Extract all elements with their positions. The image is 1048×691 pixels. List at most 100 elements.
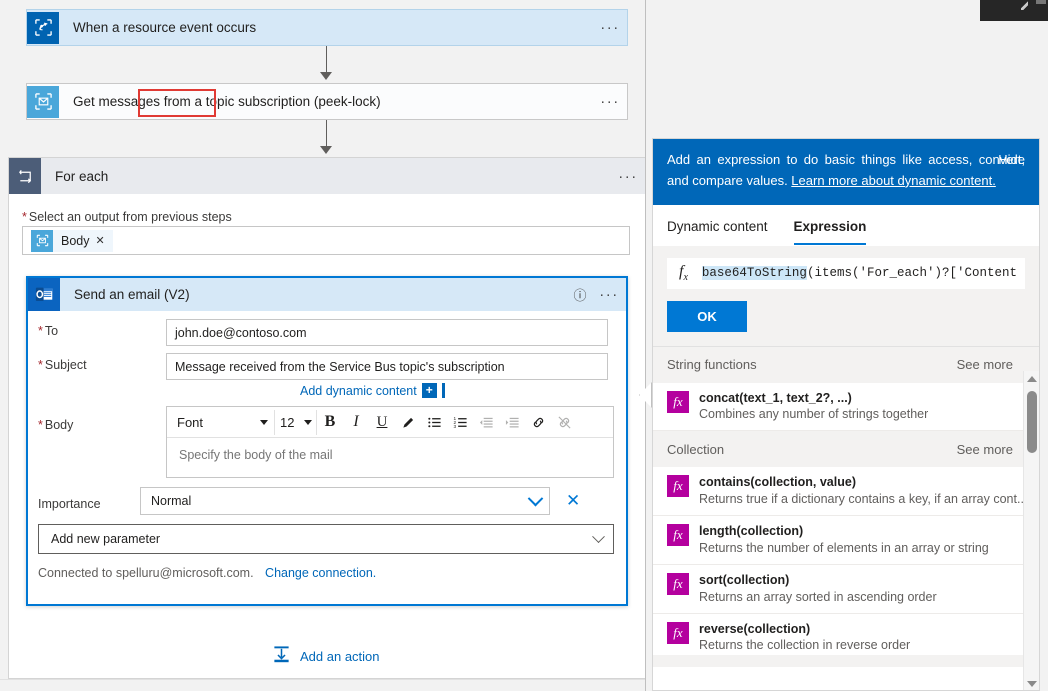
body-placeholder-text: Specify the body of the mail: [179, 448, 333, 462]
function-name: sort(collection): [699, 572, 790, 587]
action-card-get-messages[interactable]: Get messages from a topic subscription (…: [26, 83, 628, 120]
tab-expression[interactable]: Expression: [793, 205, 866, 246]
add-action-label: Add an action: [300, 648, 380, 664]
select-output-input[interactable]: Body ✕: [22, 226, 630, 255]
function-row-sort[interactable]: fx sort(collection) Returns an array sor…: [653, 564, 1039, 614]
foreach-loop-icon: [9, 158, 41, 194]
decrease-indent-icon[interactable]: [473, 409, 499, 435]
expression-selected-part: base64ToString: [701, 266, 807, 281]
see-more-string-functions[interactable]: See more: [957, 357, 1013, 372]
info-icon[interactable]: ⓘ: [568, 285, 592, 304]
add-an-action-button[interactable]: Add an action: [272, 645, 380, 667]
group-header-string-functions: String functions See more: [653, 346, 1039, 383]
body-required-asterisk: *: [38, 418, 43, 432]
function-row-contains[interactable]: fx contains(collection, value) Returns t…: [653, 467, 1039, 517]
fx-icon: fx: [667, 475, 689, 498]
add-new-parameter-select[interactable]: Add new parameter: [38, 524, 614, 554]
field-row-to: * To john.doe@contoso.com: [26, 319, 626, 346]
foreach-header[interactable]: For each ···: [9, 158, 645, 194]
get-messages-more-button[interactable]: ···: [593, 94, 627, 109]
expression-input[interactable]: fx base64ToString(items('For_each')?['Co…: [667, 257, 1025, 289]
function-name: reverse(collection): [699, 621, 811, 636]
increase-indent-icon[interactable]: [499, 409, 525, 435]
field-row-importance: Importance Normal ✕: [0, 487, 602, 515]
token-remove-icon[interactable]: ✕: [96, 234, 113, 247]
required-asterisk: *: [22, 210, 27, 224]
fx-icon: fx: [667, 390, 689, 413]
flow-connector-2: [326, 120, 327, 149]
flow-arrow-head-2: [320, 146, 332, 154]
tab-dynamic-content[interactable]: Dynamic content: [667, 205, 768, 246]
bulleted-list-icon[interactable]: [421, 409, 447, 435]
expression-rest-part: (items('For_each')?['Content: [806, 266, 1017, 281]
function-name: length(collection): [699, 524, 804, 539]
subject-input[interactable]: Message received from the Service Bus to…: [166, 353, 608, 380]
insert-link-icon[interactable]: [525, 409, 551, 435]
hide-banner-link[interactable]: Hide: [998, 150, 1025, 171]
foreach-title: For each: [55, 168, 109, 184]
function-row-concat[interactable]: fx concat(text_1, text_2?, ...) Combines…: [653, 382, 1039, 432]
delete-importance-button[interactable]: ✕: [566, 487, 580, 515]
importance-select[interactable]: Normal: [140, 487, 550, 515]
scroll-down-arrow-icon[interactable]: [1024, 676, 1039, 690]
send-email-more-button[interactable]: ···: [592, 287, 626, 302]
function-description: Combines any number of strings together: [699, 407, 929, 422]
to-input[interactable]: john.doe@contoso.com: [166, 319, 608, 346]
function-row-length[interactable]: fx length(collection) Returns the number…: [653, 516, 1039, 565]
body-rich-text-editor[interactable]: Font 12 B I U 1 2 3 Specify the body of …: [166, 406, 614, 478]
function-name: concat(text_1, text_2?, ...): [699, 390, 852, 405]
fx-icon: fx: [679, 263, 688, 284]
dynamic-token-body[interactable]: Body ✕: [31, 229, 113, 252]
function-description: Returns the number of elements in an arr…: [699, 540, 989, 555]
scroll-up-arrow-icon[interactable]: [1024, 371, 1039, 387]
bold-glyph: B: [324, 413, 336, 430]
learn-more-link[interactable]: Learn more about dynamic content.: [791, 173, 996, 188]
font-size-select[interactable]: 12: [275, 409, 317, 435]
add-dynamic-plus-icon[interactable]: +: [421, 383, 437, 398]
importance-value: Normal: [151, 494, 192, 508]
change-connection-link[interactable]: Change connection.: [265, 566, 376, 580]
highlight-pen-icon[interactable]: [395, 409, 421, 435]
trigger-card-resource-event[interactable]: When a resource event occurs ···: [26, 9, 628, 46]
add-action-icon: [272, 645, 291, 667]
remove-link-icon[interactable]: [551, 409, 577, 435]
action-title-get-messages: Get messages from a topic subscription (…: [73, 94, 381, 109]
fx-icon: fx: [667, 572, 689, 595]
font-family-select[interactable]: Font: [169, 409, 275, 435]
logic-app-designer-canvas: When a resource event occurs ··· Get mes…: [0, 0, 646, 691]
subject-required-asterisk: *: [38, 358, 43, 372]
importance-label: Importance: [38, 496, 101, 511]
scrollbar-thumb[interactable]: [1027, 391, 1037, 453]
numbered-list-icon[interactable]: 1 2 3: [447, 409, 473, 435]
to-label: * To: [26, 319, 166, 338]
chevron-down-icon: [260, 419, 268, 425]
send-email-header[interactable]: Send an email (V2) ⓘ ···: [28, 278, 626, 311]
add-new-parameter-label: Add new parameter: [51, 532, 161, 546]
fx-icon: fx: [667, 621, 689, 644]
add-dynamic-caret[interactable]: [441, 383, 445, 398]
select-output-label-text: Select an output from previous steps: [28, 210, 232, 224]
chevron-down-icon: [592, 529, 605, 543]
italic-icon[interactable]: I: [343, 409, 369, 435]
font-size-value: 12: [280, 414, 295, 430]
expression-info-banner: Hide Add an expression to do basic thing…: [653, 139, 1039, 205]
to-required-asterisk: *: [38, 324, 43, 338]
see-more-collection[interactable]: See more: [957, 442, 1013, 457]
token-label: Body: [61, 233, 90, 248]
group-header-collection: Collection See more: [653, 431, 1039, 468]
bold-icon[interactable]: B: [317, 409, 343, 435]
add-dynamic-content-link[interactable]: Add dynamic content: [300, 384, 417, 398]
service-bus-icon: [27, 85, 59, 118]
ok-button[interactable]: OK: [667, 300, 747, 332]
underline-icon[interactable]: U: [369, 409, 395, 435]
expression-text: base64ToString(items('For_each')?['Conte…: [701, 266, 1017, 281]
cursor-glyph: [1021, 1, 1028, 10]
body-label: * Body: [26, 413, 166, 432]
field-row-subject: * Subject Message received from the Servi…: [26, 353, 626, 380]
function-name: contains(collection, value): [699, 475, 856, 490]
foreach-more-button[interactable]: ···: [611, 169, 645, 184]
trigger-more-button[interactable]: ···: [593, 20, 627, 35]
trigger-title: When a resource event occurs: [73, 20, 257, 35]
function-list-scrollbar[interactable]: [1023, 371, 1039, 690]
expression-tabs: Dynamic content Expression: [653, 204, 1039, 246]
